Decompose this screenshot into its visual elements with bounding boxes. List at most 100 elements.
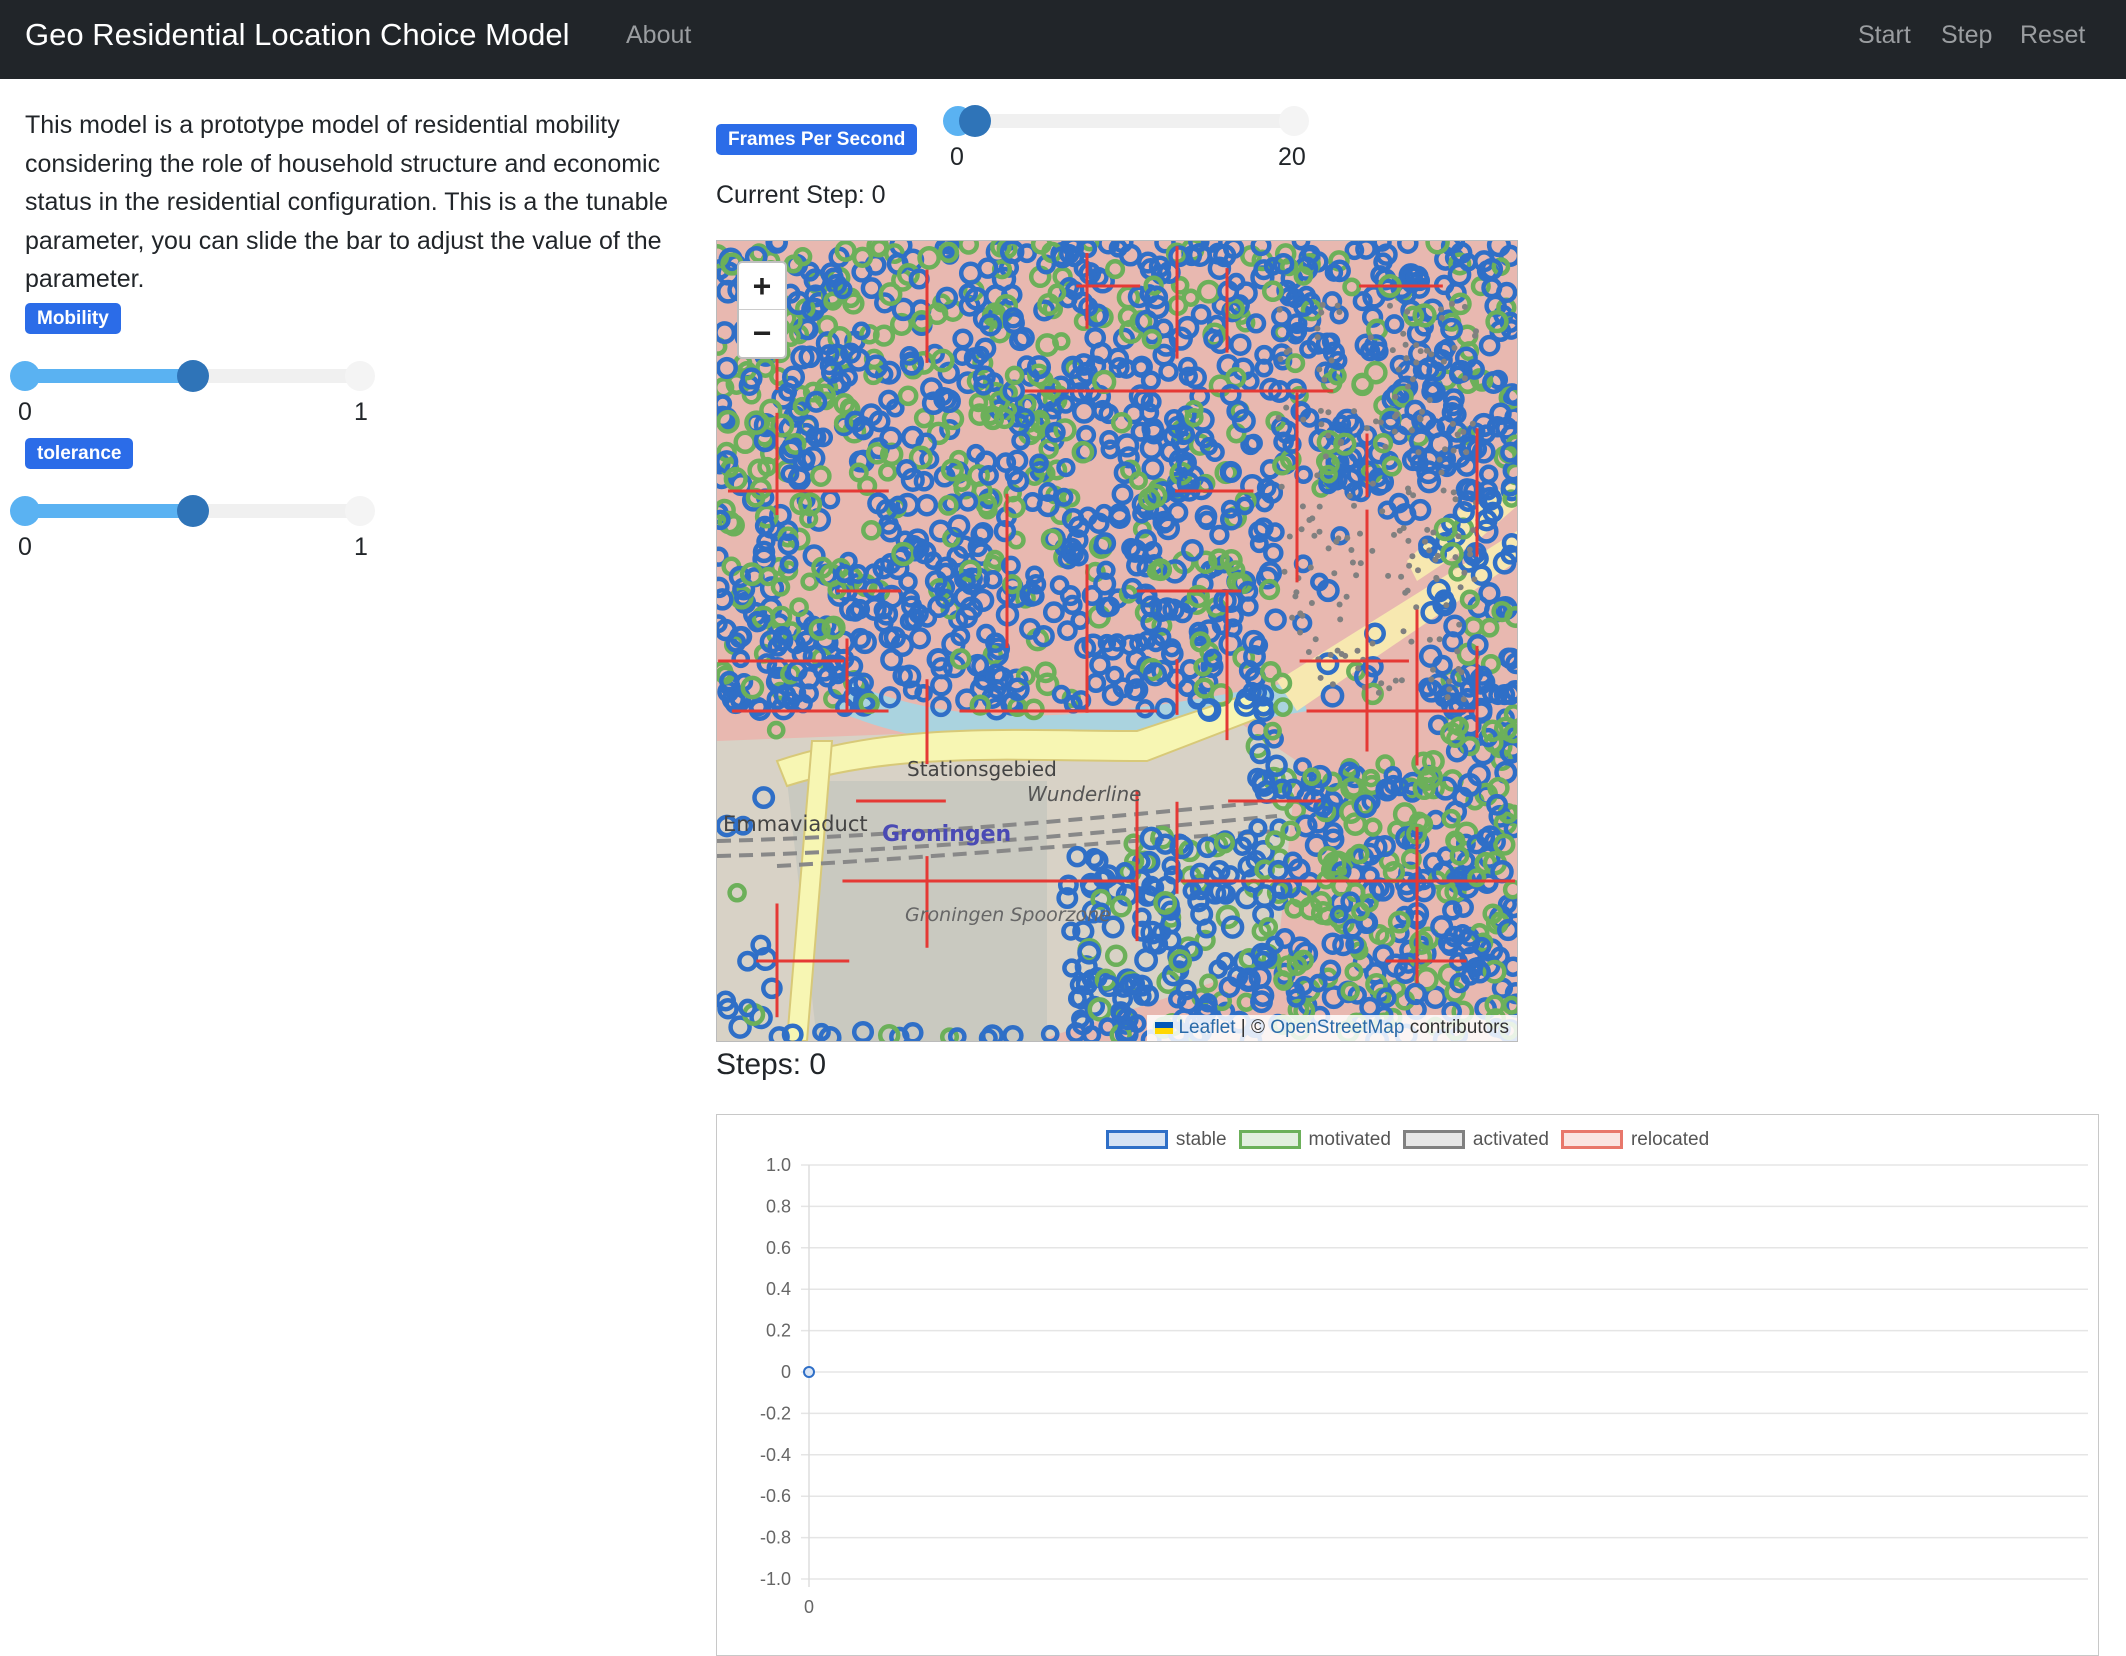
agent-marker — [1351, 502, 1357, 509]
osm-link[interactable]: OpenStreetMap — [1270, 1017, 1404, 1038]
agent-marker — [1417, 348, 1424, 355]
agent-marker — [1463, 449, 1470, 456]
chart-legend: stable motivated activated relocated — [717, 1129, 2098, 1151]
map-attribution: Leaflet | © OpenStreetMap contributors — [1147, 1015, 1517, 1041]
fps-min: 0 — [950, 143, 964, 171]
agent-marker — [1389, 347, 1396, 354]
app-title[interactable]: Geo Residential Location Choice Model — [25, 17, 570, 53]
y-tick-label: 0 — [781, 1362, 791, 1382]
slider-thumb[interactable] — [176, 360, 209, 392]
agent-marker — [1403, 355, 1410, 362]
map-label-groningen: Groningen — [882, 822, 1011, 847]
data-point-stable — [803, 1366, 815, 1378]
agent-marker — [1405, 537, 1412, 544]
agent-marker — [1385, 572, 1392, 579]
agent-marker — [1387, 302, 1393, 309]
agent-marker — [1355, 665, 1362, 672]
y-tick-label: -0.2 — [760, 1403, 791, 1423]
agent-marker — [1436, 456, 1443, 463]
start-button[interactable]: Start — [1858, 21, 1911, 50]
x-tick-label: 0 — [804, 1597, 814, 1617]
map-label-stationsgebied: Stationsgebied — [907, 757, 1057, 781]
mobility-min: 0 — [18, 398, 32, 426]
agent-marker — [1286, 533, 1293, 540]
agent-marker — [1364, 425, 1370, 432]
nav-about-link[interactable]: About — [626, 21, 691, 50]
agent-marker — [1433, 574, 1440, 581]
fps-label: Frames Per Second — [716, 124, 918, 155]
fps-slider[interactable] — [943, 104, 1309, 138]
agent-marker — [1289, 614, 1296, 621]
model-description: This model is a prototype model of resid… — [25, 111, 668, 293]
tolerance-min: 0 — [18, 533, 32, 561]
agent-marker — [1442, 446, 1448, 453]
map-label-spoorzone: Groningen Spoorzone — [905, 904, 1111, 926]
agent-marker — [1351, 408, 1358, 415]
mobility-slider[interactable] — [10, 359, 375, 393]
agent-marker — [1305, 649, 1312, 655]
agent-marker — [1316, 503, 1323, 510]
agent-marker — [1382, 443, 1389, 450]
fps-max: 20 — [1278, 143, 1306, 171]
agent-marker — [1436, 636, 1443, 643]
legend-item-motivated[interactable]: motivated — [1238, 1129, 1391, 1151]
agent-marker — [1317, 674, 1324, 681]
agent-marker — [1344, 535, 1351, 541]
map-label-wunderline: Wunderline — [1027, 782, 1141, 806]
mobility-max: 1 — [354, 398, 368, 426]
legend-item-stable[interactable]: stable — [1105, 1129, 1227, 1151]
zoom-in-button[interactable]: + — [739, 263, 785, 310]
agent-marker — [1346, 492, 1353, 499]
agent-marker — [1461, 569, 1468, 576]
steps-label: Steps: 0 — [716, 1048, 827, 1081]
zoom-out-button[interactable]: − — [739, 310, 785, 356]
agent-marker — [1337, 616, 1344, 623]
agent-marker — [1430, 666, 1436, 673]
map[interactable]: Stationsgebied Wunderline Emmaviaduct Gr… — [716, 240, 1518, 1042]
agent-marker — [1353, 572, 1360, 579]
agent-marker — [1318, 421, 1325, 428]
legend-label: motivated — [1308, 1129, 1391, 1150]
agent-marker — [1318, 309, 1325, 316]
reset-button[interactable]: Reset — [2020, 21, 2085, 50]
agent-marker — [1413, 604, 1420, 611]
slider-thumb[interactable] — [958, 105, 991, 137]
agent-marker — [1398, 677, 1405, 684]
agent-marker — [1348, 547, 1355, 553]
agent-marker — [1375, 689, 1382, 696]
agent-marker — [1428, 676, 1435, 683]
step-button[interactable]: Step — [1941, 21, 1992, 50]
agent-marker — [1455, 666, 1462, 672]
slider-end-handle — [345, 496, 375, 526]
legend-item-relocated[interactable]: relocated — [1560, 1129, 1709, 1151]
agent-marker — [1281, 568, 1288, 575]
y-tick-label: -1.0 — [760, 1569, 791, 1589]
y-tick-label: 1.0 — [766, 1155, 791, 1175]
agent-marker — [1325, 409, 1332, 416]
agent-marker — [1472, 332, 1478, 339]
y-tick-label: -0.8 — [760, 1528, 791, 1548]
agent-marker — [1413, 342, 1420, 349]
map-canvas[interactable]: Stationsgebied Wunderline Emmaviaduct Gr… — [717, 241, 1517, 1041]
agent-marker — [1455, 533, 1462, 540]
agent-marker — [1309, 515, 1316, 522]
slider-thumb[interactable] — [176, 495, 209, 527]
legend-item-activated[interactable]: activated — [1402, 1129, 1549, 1151]
slider-start-handle — [10, 361, 40, 391]
attribution-tail: contributors — [1409, 1017, 1509, 1038]
leaflet-link[interactable]: Leaflet — [1178, 1017, 1235, 1038]
agent-marker — [1426, 397, 1433, 404]
agent-marker — [1391, 531, 1397, 538]
agent-marker — [1331, 570, 1338, 577]
agent-marker — [1461, 375, 1468, 382]
agent-marker — [1400, 330, 1407, 337]
agent-marker — [1402, 589, 1409, 596]
agent-marker — [1357, 560, 1364, 567]
y-tick-label: 0.4 — [766, 1279, 791, 1299]
agent-marker — [1391, 428, 1398, 435]
agent-marker — [1329, 681, 1336, 688]
zoom-control: + − — [737, 261, 787, 359]
y-tick-label: -0.4 — [760, 1445, 791, 1465]
agent-marker — [1357, 530, 1363, 537]
tolerance-slider[interactable] — [10, 494, 375, 528]
